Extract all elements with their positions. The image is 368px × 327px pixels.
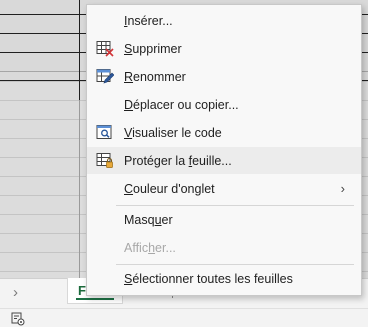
menu-item-label: Sélectionner toutes les feuilles [124,271,293,286]
scroll-tabs-right-icon[interactable]: › [13,284,18,301]
accessibility-check-icon[interactable] [11,312,25,326]
column-border [79,100,80,278]
menu-item-label: Couleur d'onglet [124,181,215,196]
active-tab-indicator [76,298,114,300]
menu-item-label: Visualiser le code [124,125,222,140]
menu-item-delete[interactable]: Supprimer [87,35,361,62]
menu-item-label: Supprimer [124,41,182,56]
menu-item-label: Afficher... [124,240,176,255]
menu-item-move-copy[interactable]: Déplacer ou copier... [87,91,361,118]
chevron-right-icon: › [340,181,345,196]
menu-item-label: Renommer [124,69,186,84]
menu-item-label: Insérer... [124,13,173,28]
view-code-icon [96,125,112,139]
delete-sheet-icon [96,41,114,57]
menu-item-label: Protéger la feuille... [124,153,232,168]
menu-item-tab-color[interactable]: Couleur d'onglet › [87,175,361,202]
menu-item-hide[interactable]: Masquer [87,206,361,233]
menu-item-label: Déplacer ou copier... [124,97,239,112]
protect-sheet-icon [96,153,113,168]
menu-item-view-code[interactable]: Visualiser le code [87,119,361,146]
excel-window: › Feuil1 Insérer... Supprimer [0,0,368,327]
column-border [79,0,80,100]
menu-item-insert[interactable]: Insérer... [87,7,361,34]
menu-item-select-all-sheets[interactable]: Sélectionner toutes les feuilles [87,265,361,292]
status-bar [0,308,368,327]
menu-item-label: Masquer [124,212,173,227]
sheet-context-menu: Insérer... Supprimer Renommer Déplacer o… [86,4,362,296]
rename-sheet-icon [96,69,114,84]
menu-item-unhide: Afficher... [87,234,361,261]
menu-item-rename[interactable]: Renommer [87,63,361,90]
menu-item-protect-sheet[interactable]: Protéger la feuille... [87,147,361,174]
